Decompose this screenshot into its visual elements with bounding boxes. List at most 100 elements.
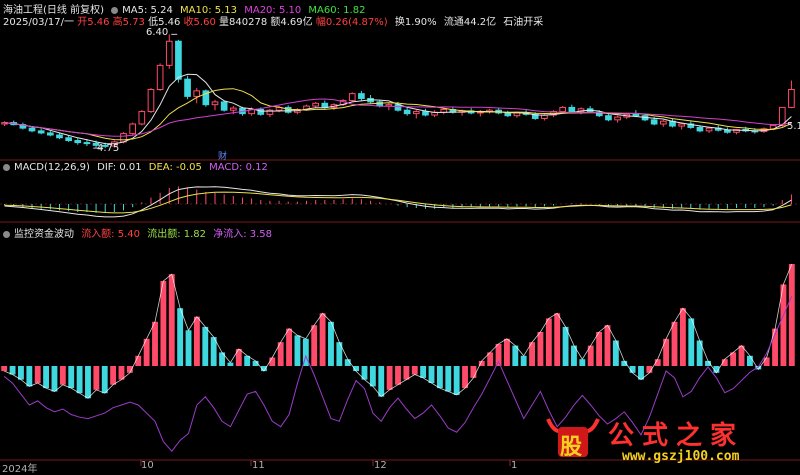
flow-bar xyxy=(746,355,753,366)
financial-report-marker[interactable]: 财 xyxy=(218,149,227,162)
quote-close: 收5.60 xyxy=(183,17,216,28)
candle-body xyxy=(312,102,319,107)
watermark: 股 公式之家 www.gszj100.com xyxy=(544,415,794,467)
candle-body xyxy=(83,142,91,145)
flow-bar xyxy=(537,332,544,366)
candle-body xyxy=(696,126,704,132)
quote-float: 流通44.2亿 xyxy=(443,17,497,28)
candle-body xyxy=(614,116,621,121)
flow-bar xyxy=(110,366,117,385)
macd-header: MACD(12,26,9) DIF: 0.01 DEA: -0.05 MACD:… xyxy=(3,162,272,173)
candle-body xyxy=(220,101,228,111)
flow-net: 净流入: 3.58 xyxy=(213,229,273,240)
right-price-label: 5.1 xyxy=(787,121,800,132)
candle-body xyxy=(394,104,402,111)
candle-body xyxy=(129,123,137,135)
flow-inflow: 流入额: 5.40 xyxy=(81,229,141,240)
flow-bar xyxy=(436,366,443,389)
flow-bar xyxy=(671,321,678,366)
price-header-row2: 2025/03/17/一 开5.46 高5.73 低5.46 收5.60 量84… xyxy=(3,13,547,28)
quote-high: 高5.73 xyxy=(112,17,145,28)
low-price-label: 4.75 xyxy=(97,143,120,154)
time-axis-label-4: 1 xyxy=(511,460,518,471)
quote-amount: 额4.69亿 xyxy=(270,17,313,28)
candle-body xyxy=(513,112,521,117)
flow-bar xyxy=(202,326,209,366)
candle-body xyxy=(321,102,329,108)
candle-body xyxy=(46,132,54,136)
flow-bar xyxy=(428,366,435,383)
candle-body xyxy=(175,40,182,80)
candle-body xyxy=(724,129,731,133)
flow-bar xyxy=(93,366,100,390)
candle-body xyxy=(358,93,365,99)
flow-bar xyxy=(319,313,326,366)
candle-body xyxy=(788,89,795,108)
flow-bar xyxy=(679,308,686,366)
flow-bar xyxy=(562,326,569,366)
flow-bar xyxy=(193,316,200,366)
candle-body xyxy=(165,40,173,66)
candle-body xyxy=(138,111,146,125)
candle-body xyxy=(705,127,713,132)
flow-bar xyxy=(76,366,83,394)
flow-bar xyxy=(168,274,175,366)
flow-bar xyxy=(453,366,460,395)
quote-sector: 石油开采 xyxy=(503,17,544,28)
flow-bar xyxy=(26,366,33,387)
flow-bar xyxy=(185,330,192,366)
quote-date: 2025/03/17/一 xyxy=(3,17,75,28)
flow-title: 监控资金波动 xyxy=(14,229,74,240)
candle-body xyxy=(650,119,658,125)
quote-turnover: 换1.90% xyxy=(394,17,437,28)
candle-body xyxy=(412,111,420,115)
flow-bar xyxy=(503,338,510,366)
flow-bar xyxy=(420,366,427,378)
flow-bar xyxy=(612,340,619,366)
time-axis-label-1: 10 xyxy=(141,460,154,471)
macd-dea: DEA: -0.05 xyxy=(148,162,202,173)
candle-body xyxy=(37,130,45,134)
flow-settings-dot-icon[interactable] xyxy=(3,231,10,238)
candle-body xyxy=(568,106,576,113)
flow-bar xyxy=(152,321,158,366)
flow-bar xyxy=(369,366,376,387)
flow-bar xyxy=(378,366,385,397)
logo-character: 股 xyxy=(560,434,583,460)
flow-bar xyxy=(68,366,75,389)
candle-body xyxy=(559,106,567,113)
watermark-url: www.gszj100.com xyxy=(622,449,740,464)
flow-bar xyxy=(235,349,242,366)
peak-price-label: 6.40 xyxy=(146,27,169,38)
flow-bar xyxy=(286,328,293,366)
candle-body xyxy=(184,78,191,97)
macd-dif: DIF: 0.01 xyxy=(97,162,142,173)
flow-bar xyxy=(395,366,401,385)
flow-bar xyxy=(18,366,24,380)
flow-bar xyxy=(177,308,184,366)
flow-bar xyxy=(788,264,795,366)
candle-body xyxy=(229,107,237,111)
flow-bar xyxy=(688,318,695,366)
candle-body xyxy=(211,101,219,106)
quote-open: 开5.46 xyxy=(77,17,110,28)
candle-body xyxy=(376,101,384,107)
watermark-site-name: 公式之家 xyxy=(608,421,745,451)
flow-bar xyxy=(411,366,418,375)
flow-bar xyxy=(579,359,586,366)
flow-bar xyxy=(269,357,276,366)
candle-body xyxy=(632,113,640,117)
flow-bar xyxy=(386,366,393,390)
macd-title: MACD(12,26,9) xyxy=(14,162,90,173)
flow-bar xyxy=(445,366,452,392)
flow-bar xyxy=(520,355,527,366)
flow-bar xyxy=(604,325,611,366)
ma10-line xyxy=(4,88,792,141)
candle-body xyxy=(659,120,667,125)
macd-dif-line xyxy=(4,186,792,218)
candle-body xyxy=(74,140,82,144)
candle-body xyxy=(65,137,72,142)
time-axis-label-2: 11 xyxy=(252,460,265,471)
flow-outflow: 流出额: 1.82 xyxy=(147,229,207,240)
macd-settings-dot-icon[interactable] xyxy=(3,164,10,171)
